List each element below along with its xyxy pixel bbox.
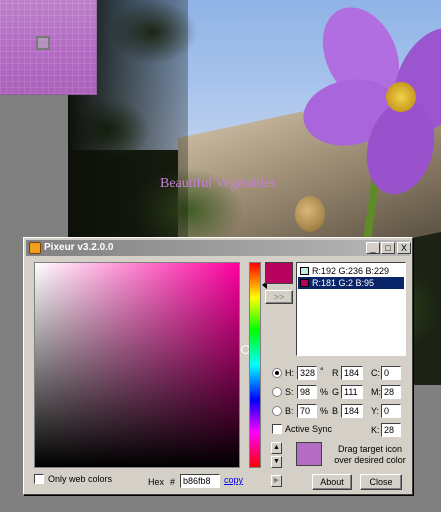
hue-unit: ° [320,366,324,376]
active-sync-label: Active Sync [285,424,333,434]
brightness-label: B: [285,406,294,416]
saturation-field[interactable]: 98 [297,385,317,399]
list-item-selected[interactable]: R:181 G:2 B:95 [298,277,404,289]
color-chip-icon [300,267,309,275]
about-button[interactable]: About [312,474,352,490]
hue-radio[interactable] [272,368,282,378]
black-field[interactable]: 28 [381,423,401,437]
history-value: R:181 G:2 B:95 [312,278,375,288]
flower-center [386,82,416,112]
yellow-field[interactable]: 0 [381,404,401,418]
pixeur-window: Pixeur v3.2.0.0 _ □ X >> R:192 G:236 B:2… [23,237,413,495]
active-sync-checkbox[interactable] [272,424,282,434]
brightness-unit: % [320,406,329,416]
red-field[interactable]: 184 [341,366,363,380]
saturation-brightness-picker[interactable] [34,262,250,468]
magenta-field[interactable]: 28 [381,385,401,399]
color-chip-icon [300,279,309,287]
magnifier-cursor [36,36,50,50]
magnifier-zoom [0,0,97,95]
hue-field[interactable]: 328 [297,366,317,380]
green-field[interactable]: 111 [341,385,363,399]
brightness-field[interactable]: 70 [297,404,317,418]
yellow-label: Y: [371,406,380,416]
hex-label: Hex [148,477,165,487]
current-color-swatch [265,262,293,284]
magenta-label: M: [371,387,381,397]
history-value: R:192 G:236 B:229 [312,266,390,276]
saturation-label: S: [285,387,294,397]
add-to-history-button[interactable]: >> [265,290,293,304]
hue-slider[interactable] [249,262,261,468]
drag-target-icon[interactable] [296,442,322,466]
black-label: K: [371,425,380,435]
flower-bud [295,196,325,232]
only-web-colors-label: Only web colors [48,474,113,484]
hex-hash: # [170,477,176,487]
hue-label: H: [285,368,294,378]
maximize-button[interactable]: □ [381,242,395,254]
app-icon [29,242,41,254]
blue-label: B [332,406,339,416]
window-title: Pixeur v3.2.0.0 [44,242,114,253]
saturation-unit: % [320,387,329,397]
list-item[interactable]: R:192 G:236 B:229 [298,265,404,277]
green-label: G [332,387,340,397]
title-bar[interactable]: Pixeur v3.2.0.0 _ □ X [26,240,411,256]
copy-link[interactable]: copy [224,475,243,485]
minimize-button[interactable]: _ [366,242,380,254]
spin-up-icon[interactable]: ▲ [271,442,282,454]
color-history-list[interactable]: R:192 G:236 B:229 R:181 G:2 B:95 [296,262,406,356]
brightness-radio[interactable] [272,406,282,416]
cyan-label: C: [371,368,380,378]
close-button[interactable]: Close [360,474,402,490]
drag-hint-text: Drag target icon over desired color [334,444,406,465]
close-window-button[interactable]: X [397,242,411,254]
spin-right-icon[interactable]: ▶ [271,475,282,487]
photo-caption: Beautiful Vegetables [160,176,276,191]
blue-field[interactable]: 184 [341,404,363,418]
saturation-radio[interactable] [272,387,282,397]
red-label: R [332,368,339,378]
spin-down-icon[interactable]: ▼ [271,456,282,468]
hex-field[interactable]: b86fb8 [180,474,220,488]
only-web-colors-checkbox[interactable] [34,474,44,484]
cyan-field[interactable]: 0 [381,366,401,380]
